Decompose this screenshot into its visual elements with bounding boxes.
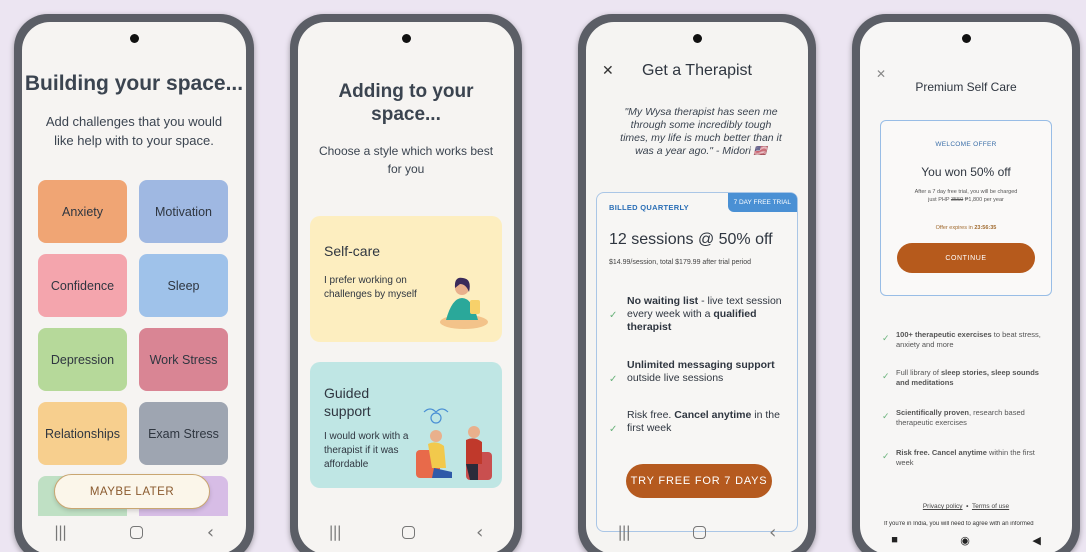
feature-text: Full library of bbox=[896, 368, 942, 377]
offer-description: After a 7 day free trial, you will be ch… bbox=[891, 188, 1041, 204]
system-nav-bar: ||| ‹ bbox=[298, 510, 514, 552]
page-title: Premium Self Care bbox=[915, 80, 1017, 94]
continue-button[interactable]: CONTINUE bbox=[897, 243, 1035, 273]
feature-item: ✓ Risk free. Cancel anytime within the f… bbox=[882, 448, 1052, 468]
recent-apps-icon[interactable]: ■ bbox=[891, 534, 898, 546]
feature-item: ✓ Risk free. Cancel anytime in the first… bbox=[609, 409, 787, 436]
privacy-policy-link[interactable]: Privacy policy bbox=[923, 503, 963, 510]
screen: Building your space... Add challenges th… bbox=[22, 22, 246, 552]
check-icon: ✓ bbox=[609, 424, 618, 435]
close-icon[interactable]: ✕ bbox=[876, 67, 886, 81]
feature-bold: Unlimited messaging support bbox=[627, 359, 775, 371]
feature-bold: Cancel anytime bbox=[674, 409, 752, 421]
plan-billing-label: BILLED QUARTERLY bbox=[609, 203, 689, 212]
feature-text: Risk free. bbox=[627, 409, 675, 421]
feature-bold: No waiting list bbox=[627, 295, 699, 307]
welcome-offer-card: WELCOME OFFER You won 50% off After a 7 … bbox=[880, 120, 1052, 296]
challenge-tile-relationships[interactable]: Relationships bbox=[38, 402, 127, 465]
page-title: Building your space... bbox=[24, 72, 244, 95]
plan-headline: 12 sessions @ 50% off bbox=[609, 231, 773, 248]
system-nav-bar: ||| ‹ bbox=[22, 510, 246, 552]
expiry-timer: 23:56:35 bbox=[974, 225, 997, 231]
offer-text: just PHP bbox=[928, 197, 951, 203]
card-description: I prefer working on challenges by myself bbox=[324, 275, 417, 300]
page-subtitle: Add challenges that you would like help … bbox=[45, 114, 223, 148]
screen: Adding to your space... Choose a style w… bbox=[298, 22, 514, 552]
camera-icon bbox=[402, 34, 411, 43]
old-price: 3550 bbox=[950, 197, 964, 203]
recent-apps-icon[interactable]: ||| bbox=[54, 523, 67, 541]
challenge-tile-depression[interactable]: Depression bbox=[38, 328, 127, 391]
home-icon[interactable] bbox=[401, 525, 415, 539]
feature-item: ✓ Scientifically proven, research based … bbox=[882, 408, 1052, 428]
page-title: Get a Therapist bbox=[642, 62, 752, 79]
expiry-text: Offer expires in bbox=[935, 225, 975, 231]
card-description: I would work with a therapist if it was … bbox=[324, 431, 409, 470]
camera-icon bbox=[962, 34, 971, 43]
challenge-tile-anxiety[interactable]: Anxiety bbox=[38, 180, 127, 243]
self-care-card[interactable]: Self-care I prefer working on challenges… bbox=[310, 216, 502, 342]
challenge-grid: Anxiety Motivation Confidence Sleep Depr… bbox=[38, 180, 230, 516]
link-separator: • bbox=[966, 503, 969, 510]
page-subtitle: Choose a style which works best for you bbox=[318, 144, 494, 176]
back-icon[interactable]: ‹ bbox=[769, 522, 776, 543]
therapy-session-illustration bbox=[416, 408, 492, 480]
check-icon: ✓ bbox=[609, 374, 618, 385]
challenge-tile-motivation[interactable]: Motivation bbox=[139, 180, 228, 243]
guided-support-card[interactable]: Guided support I would work with a thera… bbox=[310, 362, 502, 488]
offer-expiry: Offer expires in 23:56:35 bbox=[881, 225, 1051, 231]
camera-icon bbox=[693, 34, 702, 43]
challenge-tile-work-stress[interactable]: Work Stress bbox=[139, 328, 228, 391]
feature-bold: 100+ therapeutic exercises bbox=[896, 330, 992, 339]
camera-icon bbox=[130, 34, 139, 43]
page-title: Adding to your space... bbox=[338, 81, 474, 125]
phone-building-space: Building your space... Add challenges th… bbox=[14, 14, 254, 552]
feature-text: outside live sessions bbox=[627, 372, 724, 384]
phone-adding-space: Adding to your space... Choose a style w… bbox=[290, 14, 522, 552]
feature-item: ✓ Unlimited messaging support outside li… bbox=[609, 359, 787, 386]
testimonial-quote: "My Wysa therapist has seen me through s… bbox=[620, 106, 782, 157]
phone-premium-self-care: ✕ Premium Self Care WELCOME OFFER You wo… bbox=[852, 14, 1080, 552]
maybe-later-button[interactable]: MAYBE LATER bbox=[54, 474, 210, 509]
feature-bold: Scientifically proven bbox=[896, 408, 969, 417]
phone-get-therapist: ✕ Get a Therapist "My Wysa therapist has… bbox=[578, 14, 816, 552]
offer-headline: You won 50% off bbox=[921, 165, 1011, 179]
try-free-button[interactable]: TRY FREE FOR 7 DAYS bbox=[626, 464, 772, 498]
recent-apps-icon[interactable]: ||| bbox=[618, 523, 631, 541]
card-title: Self-care bbox=[324, 243, 381, 259]
challenge-tile-confidence[interactable]: Confidence bbox=[38, 254, 127, 317]
card-title: Guided support bbox=[324, 385, 371, 419]
offer-label: WELCOME OFFER bbox=[935, 141, 997, 148]
legal-links: Privacy policy • Terms of use bbox=[860, 503, 1072, 510]
screen: ✕ Premium Self Care WELCOME OFFER You wo… bbox=[860, 22, 1072, 552]
terms-of-use-link[interactable]: Terms of use bbox=[972, 503, 1009, 510]
back-icon[interactable]: ◀ bbox=[1032, 534, 1040, 547]
check-icon: ✓ bbox=[609, 310, 618, 321]
challenge-tile-exam-stress[interactable]: Exam Stress bbox=[139, 402, 228, 465]
back-icon[interactable]: ‹ bbox=[476, 522, 483, 543]
challenge-tile-sleep[interactable]: Sleep bbox=[139, 254, 228, 317]
system-nav-bar: ■ ◉ ◀ bbox=[860, 526, 1072, 552]
person-reading-illustration bbox=[440, 277, 488, 329]
check-icon: ✓ bbox=[882, 371, 890, 381]
offer-text: After a 7 day free trial, you will be ch… bbox=[914, 189, 1018, 195]
feature-bold: Risk free. Cancel anytime bbox=[896, 448, 987, 457]
feature-item: ✓ 100+ therapeutic exercises to beat str… bbox=[882, 330, 1052, 350]
check-icon: ✓ bbox=[882, 411, 890, 421]
back-icon[interactable]: ‹ bbox=[207, 522, 214, 543]
home-icon[interactable] bbox=[692, 525, 706, 539]
feature-item: ✓ Full library of sleep stories, sleep s… bbox=[882, 368, 1052, 388]
home-icon[interactable] bbox=[129, 525, 143, 539]
check-icon: ✓ bbox=[882, 451, 890, 461]
offer-text: ₱1,800 per year bbox=[963, 197, 1004, 203]
feature-item: ✓ No waiting list - live text session ev… bbox=[609, 295, 787, 334]
check-icon: ✓ bbox=[882, 333, 890, 343]
system-nav-bar: ||| ‹ bbox=[586, 510, 808, 552]
screen: ✕ Get a Therapist "My Wysa therapist has… bbox=[586, 22, 808, 552]
recent-apps-icon[interactable]: ||| bbox=[329, 523, 342, 541]
plan-price: $14.99/session, total $179.99 after tria… bbox=[609, 259, 752, 266]
home-icon[interactable]: ◉ bbox=[960, 534, 970, 547]
trial-badge: 7 DAY FREE TRIAL bbox=[727, 193, 797, 212]
